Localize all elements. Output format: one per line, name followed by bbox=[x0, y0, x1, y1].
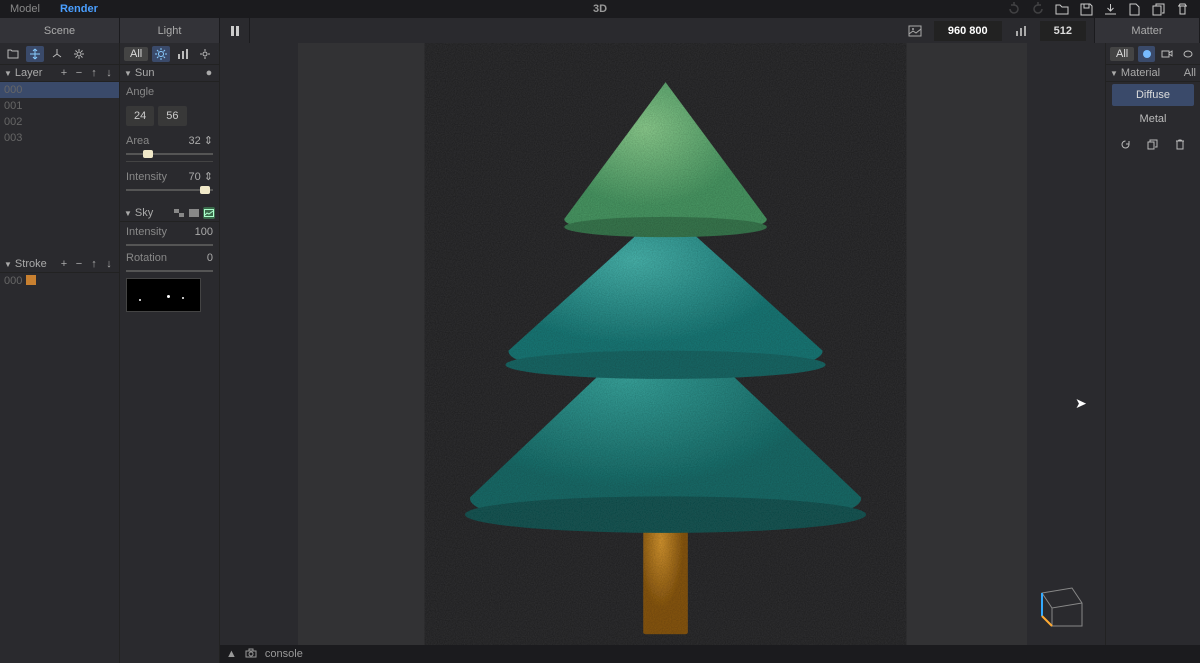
layer-item[interactable]: 000 bbox=[0, 82, 119, 98]
tab-render[interactable]: Render bbox=[50, 1, 108, 17]
sky-rotation-slider[interactable] bbox=[126, 270, 213, 272]
resolution-display[interactable]: 960 800 bbox=[934, 21, 1002, 41]
sky-checker-icon[interactable] bbox=[173, 207, 185, 219]
sun-area-slider[interactable] bbox=[126, 153, 213, 155]
sun-section-header[interactable]: ▼Sun● bbox=[120, 65, 219, 82]
matter-camera-icon[interactable] bbox=[1159, 46, 1176, 62]
light-bars-icon[interactable] bbox=[174, 46, 192, 62]
layer-item[interactable]: 003 bbox=[0, 130, 119, 146]
layer-down-icon[interactable]: ↓ bbox=[103, 67, 115, 79]
samples-display[interactable]: 512 bbox=[1040, 21, 1086, 41]
material-refresh-icon[interactable] bbox=[1120, 138, 1132, 150]
stroke-item[interactable]: 000 bbox=[0, 273, 119, 289]
sky-rotation-value[interactable]: 0 bbox=[207, 252, 213, 264]
sky-picture-icon[interactable] bbox=[203, 207, 215, 219]
render-pause-button[interactable] bbox=[220, 18, 250, 43]
light-sun-icon[interactable] bbox=[152, 46, 170, 62]
matter-loop-icon[interactable] bbox=[1179, 46, 1196, 62]
layer-remove-icon[interactable]: − bbox=[73, 67, 85, 79]
material-metal[interactable]: Metal bbox=[1112, 108, 1194, 130]
layer-add-icon[interactable]: + bbox=[58, 67, 70, 79]
orientation-gizmo[interactable] bbox=[1030, 578, 1090, 628]
matter-all-button[interactable]: All bbox=[1110, 47, 1134, 61]
layer-item[interactable]: 001 bbox=[0, 98, 119, 114]
delete-icon[interactable] bbox=[1174, 1, 1190, 17]
mouse-cursor: ➤ bbox=[1075, 395, 1087, 412]
sky-rotation-label: Rotation bbox=[126, 252, 203, 264]
sun-area-label: Area bbox=[126, 135, 184, 147]
view-mode-label: 3D bbox=[593, 3, 607, 15]
redo-icon[interactable] bbox=[1030, 1, 1046, 17]
viewport[interactable]: ➤ Pers Free Orth Iso bbox=[220, 43, 1105, 663]
scene-axis-icon[interactable] bbox=[48, 46, 66, 62]
matter-sphere-icon[interactable] bbox=[1138, 46, 1155, 62]
save-icon[interactable] bbox=[1078, 1, 1094, 17]
matter-panel: All ▼MaterialAll Diffuse Metal bbox=[1105, 43, 1200, 663]
sky-hdri-preview[interactable] bbox=[126, 278, 201, 312]
sky-section-header[interactable]: ▼Sky bbox=[120, 205, 219, 222]
sky-gradient-icon[interactable] bbox=[188, 207, 200, 219]
sun-dot-icon[interactable]: ● bbox=[203, 67, 215, 79]
sun-intensity-value[interactable]: 70 ⇕ bbox=[188, 170, 213, 183]
layer-section-header[interactable]: ▼Layer + − ↑ ↓ bbox=[0, 65, 119, 82]
folder-icon[interactable] bbox=[1054, 1, 1070, 17]
sun-angle-a-input[interactable]: 24 bbox=[126, 106, 154, 126]
light-gear-icon[interactable] bbox=[196, 46, 214, 62]
layer-up-icon[interactable]: ↑ bbox=[88, 67, 100, 79]
stroke-section-header[interactable]: ▼Stroke + − ↑ ↓ bbox=[0, 256, 119, 273]
sky-intensity-slider[interactable] bbox=[126, 244, 213, 246]
console-up-icon[interactable]: ▲ bbox=[226, 648, 237, 660]
download-icon[interactable] bbox=[1102, 1, 1118, 17]
sun-angle-label: Angle bbox=[126, 86, 213, 98]
sun-intensity-label: Intensity bbox=[126, 171, 184, 183]
stroke-up-icon[interactable]: ↑ bbox=[88, 258, 100, 270]
stroke-down-icon[interactable]: ↓ bbox=[103, 258, 115, 270]
sun-angle-b-input[interactable]: 56 bbox=[158, 106, 186, 126]
undo-icon[interactable] bbox=[1006, 1, 1022, 17]
layer-item[interactable]: 002 bbox=[0, 114, 119, 130]
scene-panel: ▼Layer + − ↑ ↓ 000001002003 ▼Stroke + − … bbox=[0, 43, 120, 663]
sun-area-value[interactable]: 32 ⇕ bbox=[188, 134, 213, 147]
light-panel: All ▼Sun● Angle 24 56 Area 32 ⇕ Intensity… bbox=[120, 43, 220, 663]
console-bar: ▲ console bbox=[220, 645, 1200, 663]
sun-intensity-slider[interactable] bbox=[126, 189, 213, 191]
panel-tab-scene[interactable]: Scene bbox=[0, 18, 120, 43]
sky-intensity-label: Intensity bbox=[126, 226, 191, 238]
scene-folder-icon[interactable] bbox=[4, 46, 22, 62]
scene-gear-icon[interactable] bbox=[70, 46, 88, 62]
scene-move-icon[interactable] bbox=[26, 46, 44, 62]
image-icon[interactable] bbox=[906, 23, 924, 39]
sub-tab-bar: Scene Light 960 800 512 Matter bbox=[0, 18, 1200, 43]
stroke-remove-icon[interactable]: − bbox=[73, 258, 85, 270]
tab-model[interactable]: Model bbox=[0, 1, 50, 17]
console-label: console bbox=[265, 648, 303, 660]
console-camera-icon[interactable] bbox=[245, 648, 257, 661]
render-canvas bbox=[298, 43, 1027, 648]
material-delete-icon[interactable] bbox=[1174, 138, 1186, 150]
light-all-button[interactable]: All bbox=[124, 47, 148, 61]
sky-intensity-value[interactable]: 100 bbox=[195, 226, 213, 238]
material-diffuse[interactable]: Diffuse bbox=[1112, 84, 1194, 106]
panel-tab-light[interactable]: Light bbox=[120, 18, 220, 43]
stroke-add-icon[interactable]: + bbox=[58, 258, 70, 270]
copy-icon[interactable] bbox=[1150, 1, 1166, 17]
top-tab-bar: Model Render 3D bbox=[0, 0, 1200, 18]
bars-icon[interactable] bbox=[1012, 23, 1030, 39]
new-file-icon[interactable] bbox=[1126, 1, 1142, 17]
panel-tab-matter[interactable]: Matter bbox=[1095, 18, 1200, 43]
material-section-header[interactable]: ▼MaterialAll bbox=[1106, 65, 1200, 82]
material-copy-icon[interactable] bbox=[1147, 138, 1159, 150]
